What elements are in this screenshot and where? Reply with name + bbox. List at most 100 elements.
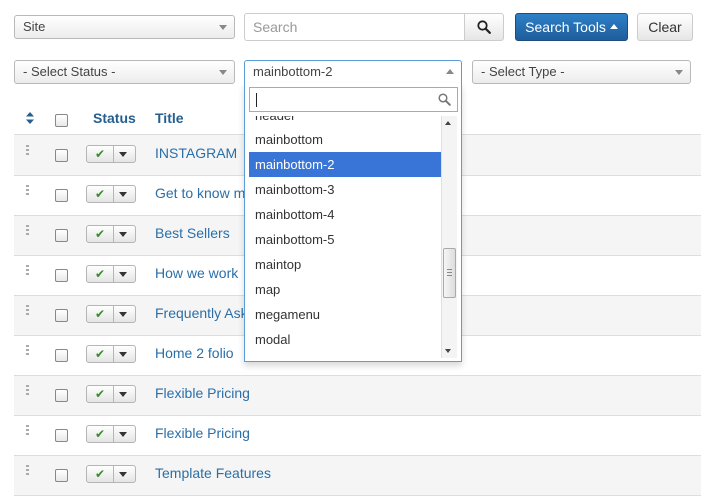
search-button[interactable] xyxy=(464,13,504,41)
row-checkbox[interactable] xyxy=(55,469,68,482)
chevron-down-icon[interactable] xyxy=(119,472,127,477)
search-icon xyxy=(438,93,451,106)
chevron-down-icon xyxy=(675,70,683,75)
row-checkbox[interactable] xyxy=(55,389,68,402)
dropdown-option-selected[interactable]: mainbottom-2 xyxy=(249,152,442,177)
status-column-header[interactable]: Status xyxy=(93,110,136,126)
sort-icon xyxy=(26,112,34,124)
row-divider xyxy=(14,375,701,376)
dropdown-option[interactable]: map xyxy=(249,277,442,302)
row-divider xyxy=(14,455,701,456)
chevron-down-icon[interactable] xyxy=(119,432,127,437)
dropdown-options-list: header mainbottom mainbottom-2 mainbotto… xyxy=(249,116,442,358)
check-icon[interactable]: ✔ xyxy=(87,386,114,402)
row-checkbox[interactable] xyxy=(55,229,68,242)
dropdown-option[interactable]: mainbottom xyxy=(249,127,442,152)
chevron-down-icon[interactable] xyxy=(119,312,127,317)
row-divider xyxy=(14,415,701,416)
drag-handle-icon[interactable] xyxy=(26,465,30,477)
status-toggle[interactable]: ✔ xyxy=(86,305,136,323)
status-toggle[interactable]: ✔ xyxy=(86,385,136,403)
title-column-header[interactable]: Title xyxy=(155,110,184,126)
chevron-down-icon[interactable] xyxy=(119,232,127,237)
row-title-link[interactable]: INSTAGRAM xyxy=(155,145,237,161)
status-toggle[interactable]: ✔ xyxy=(86,425,136,443)
scrollbar-thumb[interactable] xyxy=(443,248,456,298)
dropdown-option[interactable]: megamenu xyxy=(249,302,442,327)
search-input[interactable] xyxy=(244,13,465,41)
caret-up-icon xyxy=(609,23,618,29)
search-tools-label: Search Tools xyxy=(525,19,606,35)
clear-button[interactable]: Clear xyxy=(637,13,693,41)
scroll-up-icon[interactable] xyxy=(445,121,451,125)
chevron-down-icon xyxy=(219,25,227,30)
status-toggle[interactable]: ✔ xyxy=(86,345,136,363)
chevron-down-icon[interactable] xyxy=(119,152,127,157)
chevron-down-icon[interactable] xyxy=(119,272,127,277)
check-icon[interactable]: ✔ xyxy=(87,186,114,202)
chevron-down-icon[interactable] xyxy=(119,392,127,397)
chevron-down-icon[interactable] xyxy=(119,192,127,197)
check-icon[interactable]: ✔ xyxy=(87,426,114,442)
row-checkbox[interactable] xyxy=(55,149,68,162)
table-row: ✔ Flexible Pricing xyxy=(14,415,701,455)
search-tools-button[interactable]: Search Tools xyxy=(515,13,628,41)
type-select[interactable]: - Select Type - xyxy=(472,60,691,84)
sort-ordering-button[interactable] xyxy=(25,111,35,125)
select-all-checkbox[interactable] xyxy=(55,114,68,127)
status-toggle[interactable]: ✔ xyxy=(86,185,136,203)
row-checkbox[interactable] xyxy=(55,429,68,442)
check-icon[interactable]: ✔ xyxy=(87,226,114,242)
scroll-down-icon[interactable] xyxy=(445,349,451,353)
row-checkbox[interactable] xyxy=(55,309,68,322)
site-select-value: Site xyxy=(23,19,46,34)
dropdown-option[interactable]: mainbottom-5 xyxy=(249,227,442,252)
status-toggle[interactable]: ✔ xyxy=(86,145,136,163)
chevron-down-icon[interactable] xyxy=(119,352,127,357)
status-select[interactable]: - Select Status - xyxy=(14,60,235,84)
position-dropdown: header mainbottom mainbottom-2 mainbotto… xyxy=(244,83,462,362)
dropdown-option[interactable]: maintop xyxy=(249,252,442,277)
status-toggle[interactable]: ✔ xyxy=(86,225,136,243)
check-icon[interactable]: ✔ xyxy=(87,346,114,362)
status-toggle[interactable]: ✔ xyxy=(86,265,136,283)
drag-handle-icon[interactable] xyxy=(26,425,30,437)
drag-handle-icon[interactable] xyxy=(26,265,30,277)
row-checkbox[interactable] xyxy=(55,269,68,282)
dropdown-scrollbar[interactable] xyxy=(441,116,457,358)
text-cursor xyxy=(256,93,257,107)
clear-label: Clear xyxy=(648,19,682,35)
table-row: ✔ Template Features xyxy=(14,455,701,495)
row-title-link[interactable]: Template Features xyxy=(155,465,271,481)
drag-handle-icon[interactable] xyxy=(26,345,30,357)
drag-handle-icon[interactable] xyxy=(26,305,30,317)
dropdown-option[interactable]: mainbottom-3 xyxy=(249,177,442,202)
dropdown-option[interactable]: mainbottom-4 xyxy=(249,202,442,227)
row-title-link[interactable]: Best Sellers xyxy=(155,225,230,241)
row-checkbox[interactable] xyxy=(55,189,68,202)
position-select[interactable]: mainbottom-2 xyxy=(244,60,462,84)
row-title-link[interactable]: Home 2 folio xyxy=(155,345,234,361)
check-icon[interactable]: ✔ xyxy=(87,146,114,162)
drag-handle-icon[interactable] xyxy=(26,185,30,197)
dropdown-search-input[interactable] xyxy=(249,87,458,112)
status-toggle[interactable]: ✔ xyxy=(86,465,136,483)
row-checkbox[interactable] xyxy=(55,349,68,362)
drag-handle-icon[interactable] xyxy=(26,385,30,397)
drag-handle-icon[interactable] xyxy=(26,145,30,157)
dropdown-option[interactable]: modal xyxy=(249,327,442,352)
check-icon[interactable]: ✔ xyxy=(87,306,114,322)
site-select[interactable]: Site xyxy=(14,15,235,39)
drag-handle-icon[interactable] xyxy=(26,225,30,237)
search-icon xyxy=(477,20,491,34)
row-divider xyxy=(14,495,701,496)
row-title-link[interactable]: Flexible Pricing xyxy=(155,425,250,441)
chevron-up-icon xyxy=(446,69,454,74)
check-icon[interactable]: ✔ xyxy=(87,266,114,282)
row-title-link[interactable]: How we work xyxy=(155,265,238,281)
position-select-value: mainbottom-2 xyxy=(253,64,333,79)
row-title-link[interactable]: Flexible Pricing xyxy=(155,385,250,401)
check-icon[interactable]: ✔ xyxy=(87,466,114,482)
chevron-down-icon xyxy=(219,70,227,75)
row-title-link[interactable]: Get to know me xyxy=(155,185,253,201)
